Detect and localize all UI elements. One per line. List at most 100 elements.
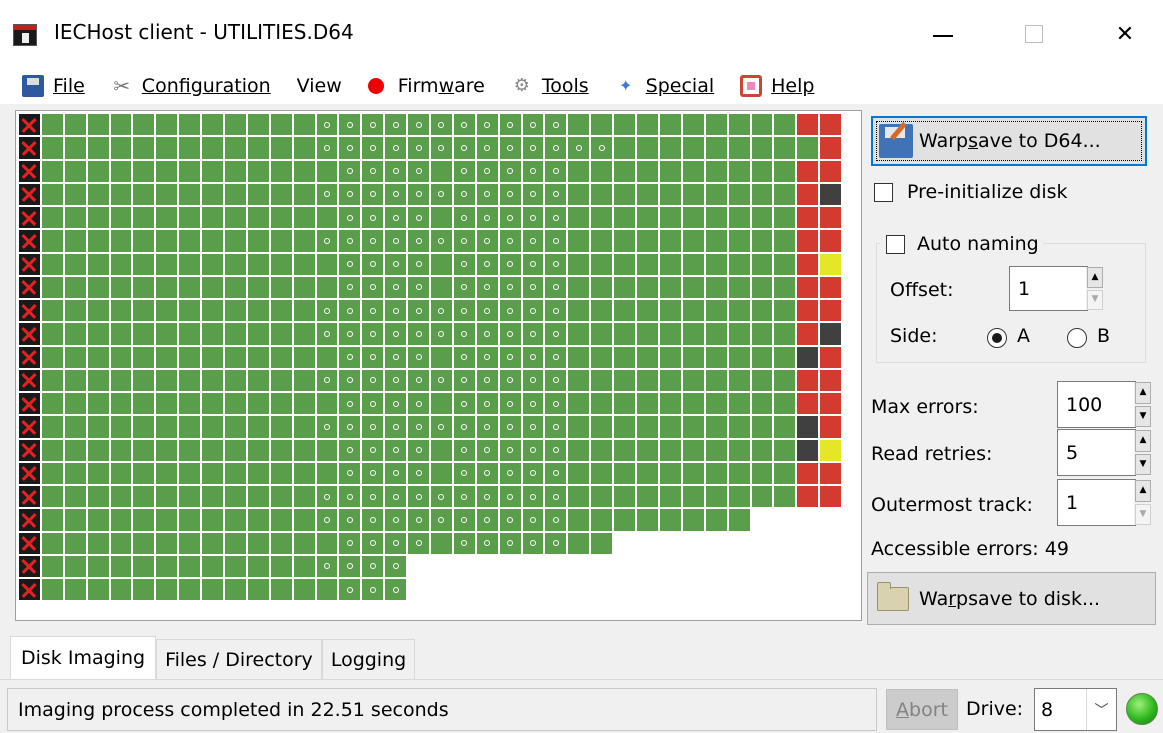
sector-cell-ok xyxy=(567,485,591,509)
tab-files-directory[interactable]: Files / Directory xyxy=(156,639,322,679)
spin-down-icon[interactable]: ▼ xyxy=(1135,405,1151,427)
sector-cell-empty xyxy=(819,554,843,578)
special-icon: ✦ xyxy=(618,76,633,95)
spin-down-icon[interactable]: ▼ xyxy=(1135,453,1151,475)
menu-special[interactable]: ✦ Special xyxy=(615,75,714,97)
sector-cell-ok xyxy=(636,415,659,439)
sector-cell-ok-marked xyxy=(315,322,339,346)
spin-down-icon[interactable]: ▼ xyxy=(1087,289,1103,310)
sector-cell-ok xyxy=(636,275,659,299)
tools-icon: ⚙ xyxy=(513,75,530,96)
sector-cell-ok-marked xyxy=(544,206,568,230)
sector-cell-ok xyxy=(613,438,637,462)
spin-down-icon[interactable]: ▼ xyxy=(1135,503,1151,525)
sector-cell-unreadable xyxy=(18,252,41,276)
sector-cell-ok-marked xyxy=(361,531,385,555)
sector-cell-ok xyxy=(63,182,87,206)
sector-cell-ok xyxy=(704,508,728,532)
max-errors-spinner[interactable]: 100 ▲ ▼ xyxy=(1057,381,1152,428)
sector-cell-ok xyxy=(109,206,133,230)
sector-cell-ok xyxy=(40,275,64,299)
sector-cell-ok xyxy=(155,252,179,276)
sector-cell-ok-marked xyxy=(475,275,499,299)
sector-cell-ok-marked xyxy=(452,415,476,439)
menu-configuration[interactable]: ✂ Configuration xyxy=(111,75,270,97)
sector-cell-ok-marked xyxy=(498,229,522,253)
tab-logging[interactable]: Logging xyxy=(321,639,416,679)
status-led-icon xyxy=(1126,693,1158,725)
sector-cell-ok xyxy=(201,299,225,323)
drive-select[interactable]: 8 ﹀ xyxy=(1034,688,1117,731)
sector-cell-ok xyxy=(567,322,591,346)
warpsave-disk-button[interactable]: Warpsave to disk... xyxy=(867,572,1156,625)
tab-disk-imaging[interactable]: Disk Imaging xyxy=(10,636,157,679)
abort-button[interactable]: Abort xyxy=(886,689,958,730)
sector-cell-empty xyxy=(750,578,774,602)
sector-cell-ok xyxy=(658,182,682,206)
sector-cell-ok-marked xyxy=(338,415,362,439)
sector-cell-ok xyxy=(636,229,659,253)
sector-cell-empty xyxy=(681,531,705,555)
sector-cell-ok xyxy=(201,136,225,160)
tab-strip: Disk Imaging Files / Directory Logging xyxy=(10,636,416,679)
sector-cell-ok xyxy=(155,438,179,462)
spin-up-icon[interactable]: ▲ xyxy=(1135,430,1151,452)
sector-cell-ok xyxy=(315,578,339,602)
sector-cell-ok-marked xyxy=(384,461,408,485)
outermost-track-spin-buttons[interactable]: ▲ ▼ xyxy=(1134,480,1152,525)
max-errors-spin-buttons[interactable]: ▲ ▼ xyxy=(1134,382,1152,427)
sector-cell-ok xyxy=(613,415,637,439)
spin-up-icon[interactable]: ▲ xyxy=(1135,382,1151,404)
sector-cell-ok-marked xyxy=(475,206,499,230)
sector-cell-ok-marked xyxy=(338,275,362,299)
sector-cell-ok xyxy=(750,368,774,392)
sector-cell-ok-marked xyxy=(384,438,408,462)
sector-cell-ok-marked xyxy=(384,554,408,578)
sector-cell-ok xyxy=(246,252,270,276)
menu-tools[interactable]: ⚙ Tools xyxy=(511,75,589,97)
sector-cell-ok xyxy=(636,299,659,323)
sector-cell-ok-marked xyxy=(521,159,545,183)
sector-cell-ok xyxy=(750,485,774,509)
close-button[interactable]: ✕ xyxy=(1093,0,1157,68)
outermost-track-spinner[interactable]: 1 ▲ ▼ xyxy=(1057,479,1152,526)
sector-cell-ok xyxy=(201,438,225,462)
menu-view[interactable]: View xyxy=(297,75,342,97)
menu-tools-label: Tools xyxy=(541,75,589,97)
sector-cell-ok-marked xyxy=(315,508,339,532)
side-a-radio[interactable] xyxy=(987,328,1007,348)
side-b-radio[interactable] xyxy=(1067,328,1087,348)
close-icon: ✕ xyxy=(1115,21,1135,47)
sector-cell-ok xyxy=(613,113,637,137)
sector-cell-ok xyxy=(109,113,133,137)
offset-spin-buttons[interactable]: ▲ ▼ xyxy=(1086,267,1104,310)
auto-naming-checkbox[interactable] xyxy=(886,234,905,254)
sector-cell-empty xyxy=(590,554,614,578)
sector-cell-ok xyxy=(246,438,270,462)
spin-up-icon[interactable]: ▲ xyxy=(1087,267,1103,288)
spin-up-icon[interactable]: ▲ xyxy=(1135,480,1151,502)
sector-cell-ok-marked xyxy=(498,438,522,462)
menu-firmware[interactable]: Firmware xyxy=(367,75,485,97)
sector-cell-ok xyxy=(63,206,87,230)
read-retries-spin-buttons[interactable]: ▲ ▼ xyxy=(1134,430,1152,475)
preinit-checkbox[interactable] xyxy=(874,183,893,202)
menu-help[interactable]: Help xyxy=(740,75,814,97)
sector-cell-ok xyxy=(224,182,247,206)
sector-cell-ok xyxy=(315,531,339,555)
sector-cell-ok xyxy=(590,206,614,230)
warpsave-d64-button[interactable]: Warpsave to D64... xyxy=(871,116,1147,166)
chevron-down-icon[interactable]: ﹀ xyxy=(1086,689,1116,730)
minimize-button[interactable] xyxy=(911,0,975,68)
maximize-button[interactable] xyxy=(1002,0,1066,68)
menu-file[interactable]: File xyxy=(22,75,85,97)
sector-cell-ok-marked xyxy=(361,415,385,439)
read-retries-spinner[interactable]: 5 ▲ ▼ xyxy=(1057,429,1152,476)
sector-cell-ok xyxy=(155,182,179,206)
sector-cell-ok-marked xyxy=(407,368,431,392)
sector-cell-ok-marked xyxy=(475,415,499,439)
sector-cell-ok-marked xyxy=(384,392,408,416)
sector-cell-error xyxy=(819,136,843,160)
sector-cell-ok xyxy=(727,392,751,416)
offset-spinner[interactable]: 1 ▲ ▼ xyxy=(1009,266,1104,311)
